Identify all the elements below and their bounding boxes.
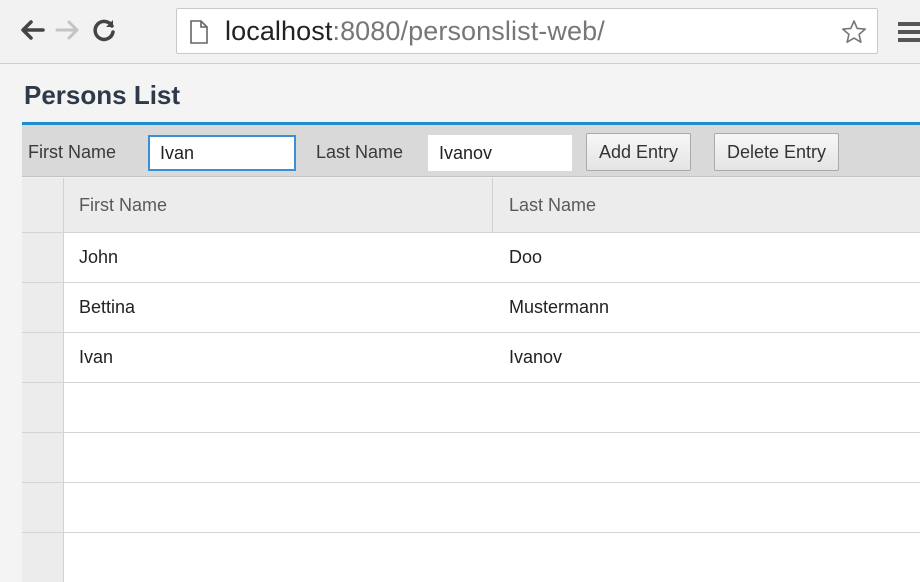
- column-header-first-name[interactable]: First Name: [79, 178, 167, 232]
- last-name-label: Last Name: [316, 142, 404, 162]
- corner-cell: [22, 178, 64, 232]
- table-row[interactable]: Ivan Ivanov: [22, 333, 920, 383]
- page-title: Persons List: [24, 80, 181, 110]
- table-header-row: First Name Last Name: [22, 178, 920, 233]
- page-icon: [190, 20, 208, 44]
- empty-table-row: [22, 433, 920, 483]
- first-name-input[interactable]: [148, 135, 296, 171]
- row-header-cell: [22, 383, 64, 432]
- empty-table-row: [22, 383, 920, 433]
- row-header-cell[interactable]: [22, 333, 64, 382]
- persons-table: First Name Last Name John Doo Bettina Mu…: [22, 178, 920, 582]
- add-entry-button[interactable]: Add Entry: [586, 133, 692, 171]
- row-header-cell[interactable]: [22, 233, 64, 282]
- back-arrow-icon: [21, 20, 45, 40]
- first-name-label: First Name: [28, 142, 117, 162]
- forward-arrow-icon: [55, 20, 79, 40]
- cell-first-name[interactable]: Bettina: [79, 283, 135, 332]
- cell-first-name[interactable]: John: [79, 233, 118, 282]
- cell-first-name[interactable]: Ivan: [79, 333, 113, 382]
- star-icon[interactable]: [841, 19, 867, 45]
- entry-toolbar: First Name Last Name Add Entry Delete En…: [22, 125, 920, 177]
- row-header-cell: [22, 533, 64, 582]
- url-host: localhost: [225, 16, 333, 46]
- browser-toolbar: localhost:8080/personslist-web/: [0, 0, 920, 64]
- url-path: :8080/personslist-web/: [332, 16, 605, 46]
- reload-button[interactable]: [88, 14, 120, 46]
- menu-icon[interactable]: [898, 22, 920, 46]
- column-header-last-name[interactable]: Last Name: [509, 178, 596, 232]
- cell-last-name[interactable]: Mustermann: [509, 283, 609, 332]
- row-header-cell[interactable]: [22, 283, 64, 332]
- row-header-cell: [22, 433, 64, 482]
- cell-last-name[interactable]: Ivanov: [509, 333, 562, 382]
- table-row[interactable]: John Doo: [22, 233, 920, 283]
- column-separator[interactable]: [492, 178, 493, 232]
- last-name-input[interactable]: [428, 135, 572, 171]
- table-row[interactable]: Bettina Mustermann: [22, 283, 920, 333]
- delete-entry-button[interactable]: Delete Entry: [714, 133, 840, 171]
- empty-table-row: [22, 483, 920, 533]
- cell-last-name[interactable]: Doo: [509, 233, 542, 282]
- url-text[interactable]: localhost:8080/personslist-web/: [225, 16, 605, 47]
- reload-icon: [93, 19, 115, 42]
- app-content: Persons List First Name Last Name Add En…: [0, 64, 920, 582]
- address-bar[interactable]: localhost:8080/personslist-web/: [176, 8, 878, 54]
- row-header-cell: [22, 483, 64, 532]
- forward-button[interactable]: [52, 14, 84, 46]
- empty-table-row: [22, 533, 920, 582]
- back-button[interactable]: [16, 14, 48, 46]
